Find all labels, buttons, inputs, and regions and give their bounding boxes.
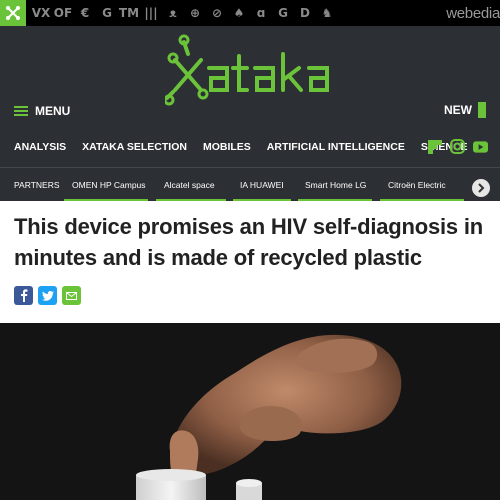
- partner-link-ia-huawei[interactable]: IA HUAWEI: [240, 180, 284, 190]
- nav-item-xataka-selection[interactable]: XATAKA SELECTION: [82, 141, 187, 153]
- partner-underline: [64, 199, 148, 201]
- site-header: xataka MENU NEW ANALYSIS XATAKA SELECTIO…: [0, 26, 500, 201]
- hero-image: [0, 323, 500, 500]
- partner-underline: [380, 199, 464, 201]
- facebook-icon[interactable]: [14, 286, 33, 305]
- network-site-link[interactable]: |||: [140, 6, 162, 20]
- menu-label: MENU: [35, 104, 71, 118]
- instagram-icon[interactable]: [450, 139, 465, 154]
- article-title: This device promises an HIV self-diagnos…: [14, 214, 484, 270]
- partner-underline: [298, 199, 372, 201]
- social-links: [427, 139, 488, 154]
- nav-item-mobiles[interactable]: MOBILES: [203, 141, 251, 153]
- network-site-link[interactable]: ᴥ: [162, 6, 184, 20]
- new-badge-icon: [478, 102, 486, 118]
- network-site-link[interactable]: ♠: [228, 6, 250, 20]
- header-divider: [0, 167, 500, 168]
- partner-nav: PARTNERS OMEN HP Campus Alcatel space IA…: [0, 173, 500, 201]
- network-site-link[interactable]: G: [272, 6, 294, 20]
- flipboard-icon[interactable]: [427, 139, 442, 154]
- network-sites: VX OF € G TM ||| ᴥ ⊕ ⊘ ♠ ɑ G D ♞: [26, 0, 338, 26]
- network-site-link[interactable]: ♞: [316, 6, 338, 20]
- xataka-logo[interactable]: xataka: [163, 34, 337, 112]
- partner-link-alcatel-space[interactable]: Alcatel space: [164, 180, 215, 190]
- network-site-link[interactable]: ⊘: [206, 6, 228, 20]
- share-buttons: [14, 286, 81, 305]
- partner-link-smart-home-lg[interactable]: Smart Home LG: [305, 180, 366, 190]
- partner-link-omen-hp-campus[interactable]: OMEN HP Campus: [72, 180, 146, 190]
- nav-item-artificial-intelligence[interactable]: ARTIFICIAL INTELLIGENCE: [267, 141, 405, 153]
- partner-label: PARTNERS: [14, 180, 60, 190]
- network-site-link[interactable]: VX: [30, 6, 52, 20]
- category-nav: ANALYSIS XATAKA SELECTION MOBILES ARTIFI…: [0, 136, 500, 158]
- network-site-link[interactable]: €: [74, 6, 96, 20]
- webedia-brand[interactable]: webedia: [442, 0, 500, 26]
- email-icon[interactable]: [62, 286, 81, 305]
- network-site-link[interactable]: TM: [118, 6, 140, 20]
- network-site-link[interactable]: G: [96, 6, 118, 20]
- network-site-link[interactable]: ɑ: [250, 6, 272, 20]
- new-label: NEW: [444, 103, 472, 117]
- hamburger-icon: [14, 106, 28, 116]
- network-bar: VX OF € G TM ||| ᴥ ⊕ ⊘ ♠ ɑ G D ♞ webedia: [0, 0, 500, 26]
- network-site-link[interactable]: ⊕: [184, 6, 206, 20]
- partner-underline: [156, 199, 226, 201]
- menu-button[interactable]: MENU: [14, 104, 70, 118]
- new-button[interactable]: NEW: [444, 102, 486, 118]
- twitter-icon[interactable]: [38, 286, 57, 305]
- youtube-icon[interactable]: [473, 139, 488, 154]
- nav-item-analysis[interactable]: ANALYSIS: [14, 141, 66, 153]
- network-site-link[interactable]: OF: [52, 6, 74, 20]
- partner-underline: [233, 199, 291, 201]
- partner-link-citroen-electric[interactable]: Citroën Electric: [388, 180, 446, 190]
- network-site-link[interactable]: D: [294, 6, 316, 20]
- chevron-right-icon[interactable]: [472, 179, 490, 197]
- network-logo-icon[interactable]: [0, 0, 26, 26]
